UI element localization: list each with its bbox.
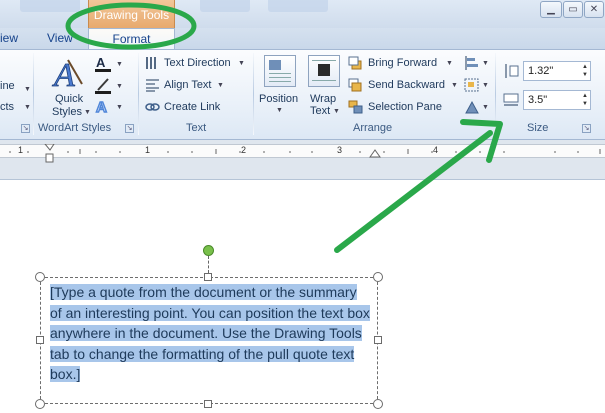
annotation-arrow	[334, 130, 493, 253]
annotation-overlay	[65, 2, 503, 253]
annotation-circle	[65, 2, 197, 50]
